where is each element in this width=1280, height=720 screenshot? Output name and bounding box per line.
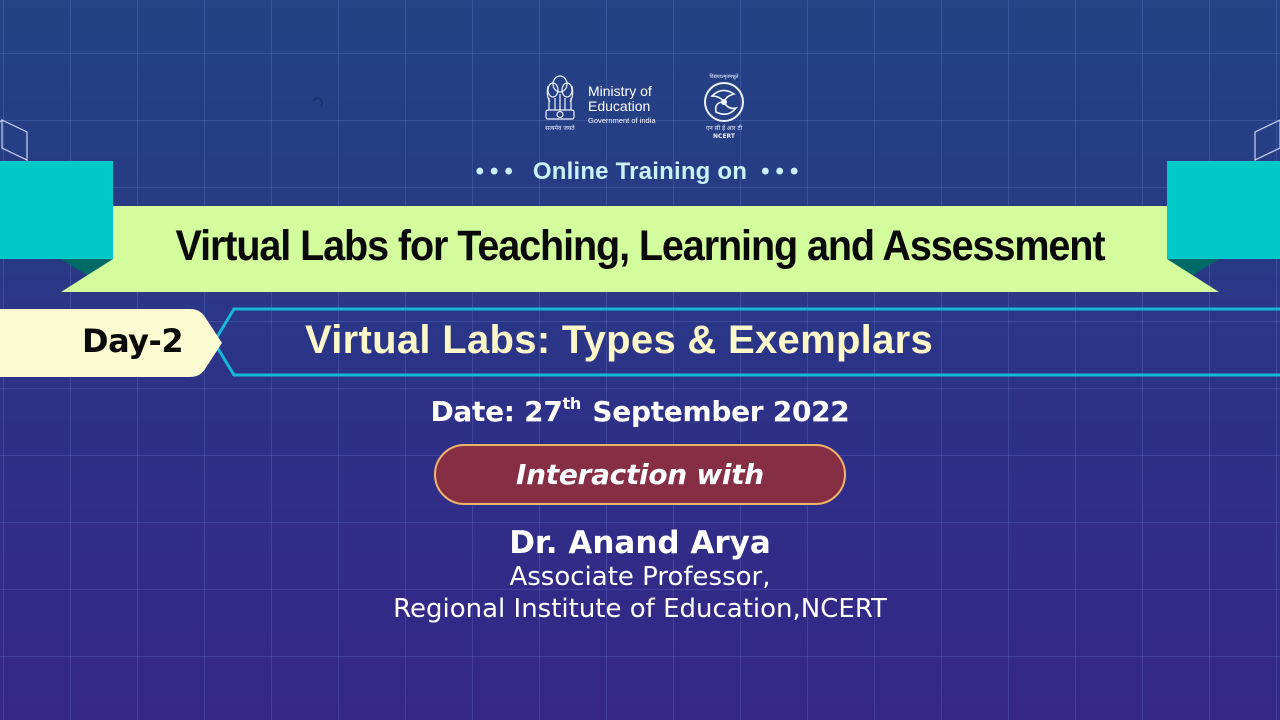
speaker-institution: Regional Institute of Education,NCERT — [393, 594, 887, 624]
ministry-line-3: Government of india — [588, 116, 656, 125]
ministry-of-education-logo: Ministry of Education Government of indi… — [588, 83, 656, 126]
ncert-logo-icon: विद्ययाऽमृतमश्नुते एन सी ई आर टी NCERT — [704, 73, 744, 140]
dots-left-icon: ••• — [475, 158, 519, 185]
ncert-top-caption: विद्ययाऽमृतमश्नुते — [710, 73, 739, 80]
interaction-badge: Interaction with — [434, 444, 846, 505]
speaker-name: Dr. Anand Arya — [509, 525, 771, 561]
ncert-english-caption: NCERT — [713, 133, 736, 140]
dots-right-icon: ••• — [761, 158, 805, 185]
day-label: Day-2 — [82, 322, 184, 360]
main-title: Virtual Labs for Teaching, Learning and … — [175, 222, 1106, 270]
ribbon-end-left — [0, 161, 113, 259]
online-training-subtitle: ••• Online Training on ••• — [0, 158, 1280, 186]
ribbon-end-right — [1167, 161, 1280, 259]
subtitle-text: Online Training on — [532, 158, 748, 185]
ministry-line-2: Education — [588, 98, 651, 114]
date-rest: September 2022 — [582, 395, 850, 428]
session-topic: Virtual Labs: Types & Exemplars — [305, 318, 934, 362]
date-prefix: Date: 27 — [430, 395, 563, 428]
session-date: Date: 27th September 2022 — [0, 394, 1280, 428]
ribbon-tail-left — [61, 259, 113, 292]
national-emblem-icon: सत्यमेव जयते — [545, 75, 575, 132]
decorative-squiggle-icon — [312, 97, 323, 108]
ministry-line-1: Ministry of — [588, 83, 652, 99]
interaction-label: Interaction with — [516, 458, 764, 491]
ribbon-tail-right — [1167, 259, 1219, 292]
speaker-designation: Associate Professor, — [509, 562, 771, 592]
date-ordinal-suffix: th — [562, 394, 582, 413]
ncert-hindi-caption: एन सी ई आर टी — [706, 124, 742, 132]
emblem-caption: सत्यमेव जयते — [545, 124, 575, 132]
